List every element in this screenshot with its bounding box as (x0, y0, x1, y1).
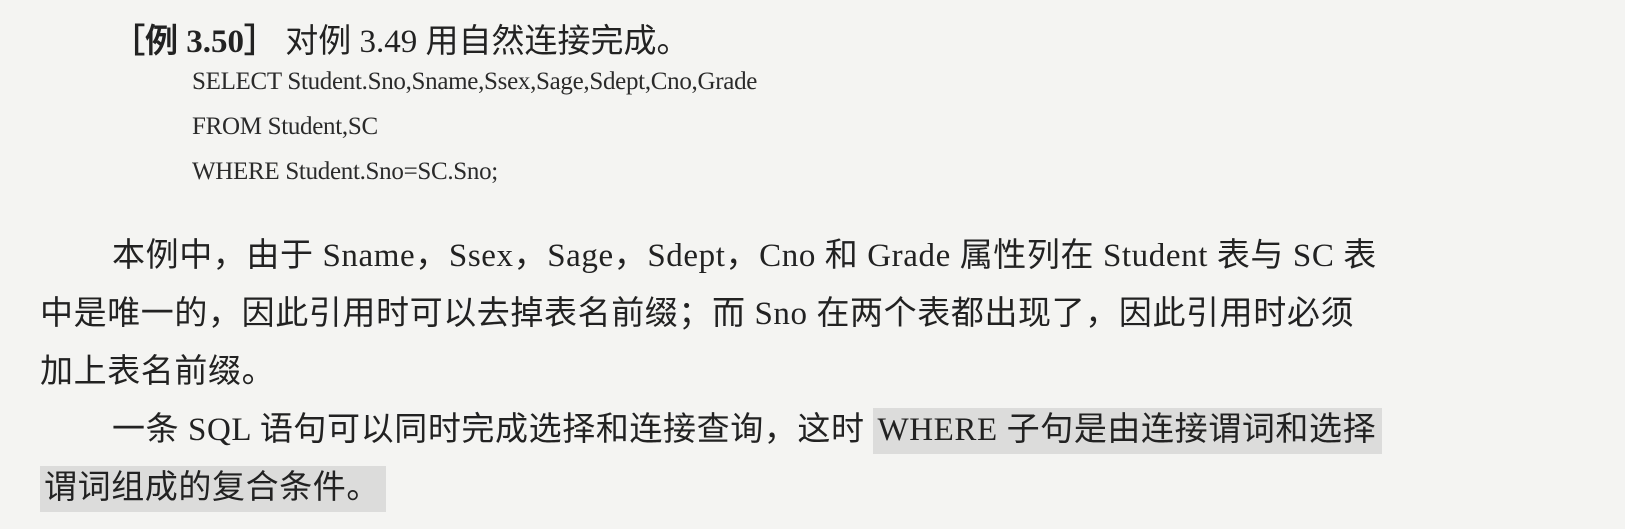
highlighted-text: WHERE 子句是由连接谓词和选择 (873, 408, 1383, 454)
code-line: WHERE Student.Sno=SC.Sno; (192, 158, 498, 185)
code-line: SELECT Student.Sno,Sname,Ssex,Sage,Sdept… (192, 68, 758, 95)
plain-text: 一条 SQL 语句可以同时完成选择和连接查询，这时 (112, 412, 874, 448)
paragraph-line: 本例中，由于 Sname，Ssex，Sage，Sdept，Cno 和 Grade… (112, 238, 1377, 274)
example-title: 对例 3.49 用自然连接完成。 (285, 24, 690, 60)
highlighted-text: 谓词组成的复合条件。 (40, 466, 386, 512)
paragraph-line: 一条 SQL 语句可以同时完成选择和连接查询，这时 WHERE 子句是由连接谓词… (112, 402, 1383, 454)
paragraph-line: 谓词组成的复合条件。 (40, 460, 386, 512)
example-label: ［例 3.50］ (112, 24, 277, 60)
paragraph-line: 加上表名前缀。 (40, 354, 276, 390)
example-heading: ［例 3.50］ 对例 3.49 用自然连接完成。 (112, 14, 690, 62)
code-line: FROM Student,SC (192, 113, 378, 140)
paragraph-line: 中是唯一的，因此引用时可以去掉表名前缀；而 Sno 在两个表都出现了，因此引用时… (40, 296, 1355, 332)
